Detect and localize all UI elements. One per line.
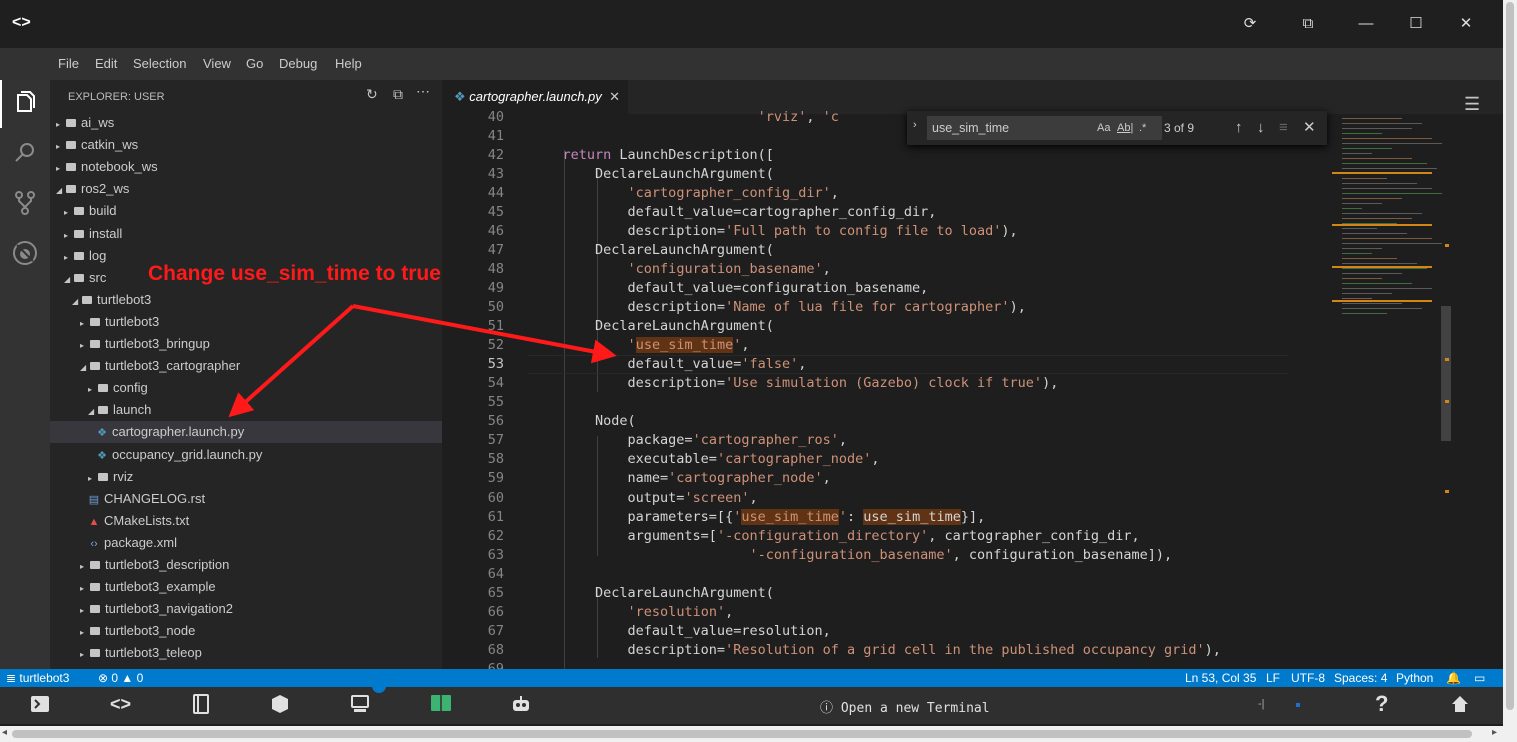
- page-vertical-scrollbar[interactable]: [1503, 0, 1517, 726]
- branch-status[interactable]: ≣ turtlebot3: [6, 669, 69, 687]
- book-icon[interactable]: [430, 694, 452, 717]
- open-terminal-button[interactable]: ⓘ Open a new Terminal: [820, 697, 990, 716]
- code-editor-icon[interactable]: <>: [110, 694, 131, 715]
- scroll-right-icon[interactable]: ▸: [1492, 727, 1497, 738]
- encoding-status[interactable]: UTF-8: [1291, 669, 1325, 687]
- notification-dot: [372, 679, 386, 693]
- eol-status[interactable]: LF: [1266, 669, 1280, 687]
- bell-icon[interactable]: 🔔: [1446, 669, 1461, 687]
- layout-icon[interactable]: ▭: [1474, 669, 1485, 687]
- bottom-dock: <> ⓘ Open a new Terminal -| ?: [0, 679, 1503, 724]
- notebook-icon[interactable]: [192, 694, 210, 719]
- vertical-scroll-thumb[interactable]: [1506, 2, 1514, 710]
- indent-status[interactable]: Spaces: 4: [1334, 669, 1387, 687]
- desktop-icon[interactable]: [350, 694, 370, 719]
- home-icon[interactable]: [1450, 694, 1470, 719]
- package-icon[interactable]: [270, 694, 290, 719]
- open-terminal-label: Open a new Terminal: [840, 701, 990, 716]
- language-status[interactable]: Python: [1396, 669, 1433, 687]
- status-indicator: -|: [1258, 698, 1265, 710]
- status-dot: [1296, 703, 1300, 707]
- status-bar: ≣ turtlebot3 ⊗ 0 ▲ 0 Ln 53, Col 35 LF UT…: [0, 669, 1503, 687]
- page-horizontal-scrollbar[interactable]: ◂ ▸: [0, 726, 1517, 742]
- cursor-position[interactable]: Ln 53, Col 35: [1185, 669, 1256, 687]
- horizontal-scroll-thumb[interactable]: [12, 730, 1472, 738]
- arrow-to-code: [352, 304, 617, 364]
- arrow-to-file: [228, 304, 355, 418]
- robot-icon[interactable]: [510, 694, 532, 719]
- annotation-arrows: [228, 304, 617, 418]
- branch-name: turtlebot3: [19, 671, 70, 685]
- error-count: 0: [111, 671, 119, 685]
- scroll-left-icon[interactable]: ◂: [2, 727, 7, 738]
- shell-icon[interactable]: [30, 694, 50, 719]
- info-icon: ⓘ: [820, 701, 834, 716]
- warning-count: 0: [136, 671, 144, 685]
- problems-status[interactable]: ⊗ 0 ▲ 0: [98, 669, 143, 687]
- help-icon[interactable]: ?: [1375, 691, 1388, 717]
